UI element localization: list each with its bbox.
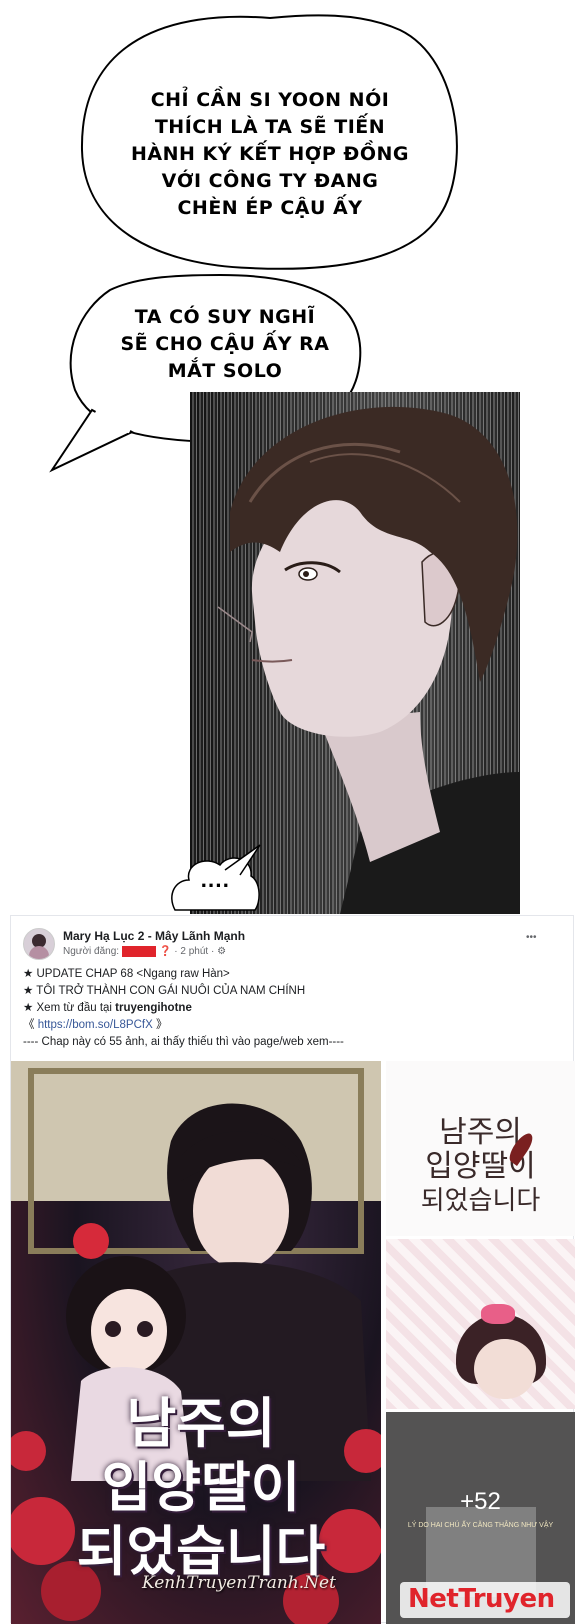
side-image-title[interactable]: 남주의 입양딸이 되었습니다 <box>386 1061 575 1236</box>
cover-image[interactable]: 남주의 입양딸이 되었습니다 <box>11 1061 381 1624</box>
post-line-2: ★ TÔI TRỞ THÀNH CON GÁI NUÔI CỦA NAM CHÍ… <box>23 985 306 997</box>
brand-logo: NetTruyen <box>400 1582 570 1618</box>
bubble-3-text: .... <box>200 871 230 892</box>
comic-panel <box>190 392 520 914</box>
post-line-3: ★ Xem từ đầu tại truyengihotne <box>23 1002 192 1014</box>
post-body: ★ UPDATE CHAP 68 <Ngang raw Hàn> ★ TÔI T… <box>23 966 344 1051</box>
bubble-1-text: CHỈ CẦN SI YOON NÓI THÍCH LÀ TA SẼ TIẾN … <box>130 89 409 219</box>
post-line-1: ★ UPDATE CHAP 68 <Ngang raw Hàn> <box>23 968 230 980</box>
post-time[interactable]: · 2 phút · <box>174 946 214 957</box>
post-line-link: 《 https://bom.so/L8PCfX 》 <box>23 1019 168 1031</box>
site-name[interactable]: truyengihotne <box>115 1002 192 1014</box>
facebook-post-card: Mary Hạ Lục 2 - Mây Lãnh Mạnh Người đăng… <box>10 915 575 1624</box>
more-photos-caption: LÝ DO HAI CHÚ ẤY CĂNG THẲNG NHƯ VẬY <box>407 1521 554 1529</box>
character-illustration <box>217 406 520 914</box>
redacted-box <box>122 946 157 957</box>
side-title: 남주의 입양딸이 되었습니다 <box>420 1115 541 1217</box>
cover-title: 남주의 입양딸이 되었습니다 <box>76 1391 326 1583</box>
page-name[interactable]: Mary Hạ Lục 2 - Mây Lãnh Mạnh <box>63 929 245 943</box>
page-avatar[interactable] <box>23 928 55 960</box>
watermark-text: KenhTruyenTranh.Net <box>142 1573 336 1593</box>
brand-logo-text: NetTruyen <box>408 1584 555 1614</box>
side-image-scene[interactable] <box>386 1239 575 1409</box>
bubble-2-text: TA CÓ SUY NGHĨ SẼ CHO CẬU ẤY RA MẮT SOLO <box>120 306 330 382</box>
post-link[interactable]: https://bom.so/L8PCfX <box>38 1019 153 1031</box>
poster-label: Người đăng: <box>63 946 120 958</box>
globe-icon: ⚙ <box>217 946 227 958</box>
more-options-button[interactable]: ••• <box>526 932 537 943</box>
more-photos-count: +52 <box>460 1487 501 1515</box>
post-meta: Người đăng: ❓ · 2 phút · ⚙ <box>63 946 226 957</box>
post-note: ---- Chap này có 55 ảnh, ai thấy thiếu t… <box>23 1036 344 1048</box>
help-icon: ❓ <box>159 946 172 958</box>
